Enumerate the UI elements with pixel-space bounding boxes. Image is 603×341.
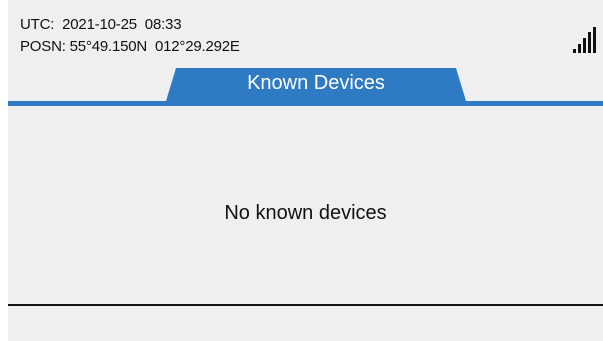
device-list-area: No known devices <box>8 106 603 304</box>
utc-label: UTC: <box>20 16 55 33</box>
signal-bar <box>583 38 586 53</box>
signal-bar <box>588 32 591 53</box>
tab-known-devices[interactable]: Known Devices <box>166 68 466 101</box>
empty-state-message: No known devices <box>224 202 387 224</box>
signal-strength-icon <box>573 27 596 53</box>
device-screen: UTC: 2021-10-25 08:33 POSN: 55°49.150N 0… <box>8 0 603 341</box>
status-header: UTC: 2021-10-25 08:33 POSN: 55°49.150N 0… <box>8 0 603 58</box>
signal-bar <box>593 27 596 53</box>
bottom-divider <box>8 304 603 306</box>
position-line: POSN: 55°49.150N 012°29.292E <box>20 38 240 55</box>
tab-bar: Known Devices <box>8 68 603 104</box>
tab-label: Known Devices <box>247 72 385 94</box>
signal-bar <box>573 49 576 53</box>
utc-value: 2021-10-25 08:33 <box>62 16 182 33</box>
posn-value: 55°49.150N 012°29.292E <box>69 38 240 55</box>
signal-bar <box>578 44 581 53</box>
utc-time-line: UTC: 2021-10-25 08:33 <box>20 16 182 33</box>
posn-label: POSN: <box>20 38 66 55</box>
